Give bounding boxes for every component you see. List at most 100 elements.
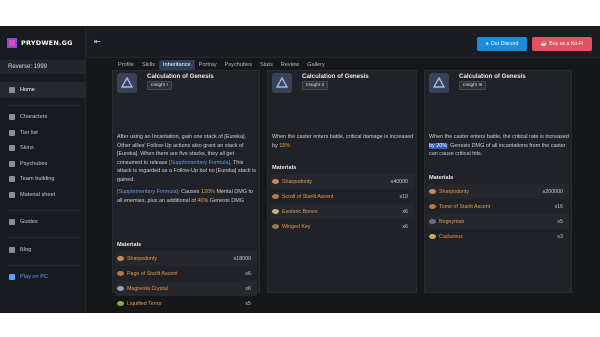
desc-percent: 40% bbox=[197, 197, 209, 204]
material-qty: x40000 bbox=[390, 178, 408, 185]
kofi-button[interactable]: ☕ Buy us a Ko-Fi bbox=[532, 37, 592, 51]
desc-text: Genesis DMG bbox=[208, 197, 244, 204]
material-qty: x6 bbox=[245, 270, 251, 277]
material-name[interactable]: Page of Starlit Ascent bbox=[127, 271, 178, 277]
desc-selected-text: by 20% bbox=[429, 142, 448, 149]
app-frame: PRYDWEN.GG Reverse: 1999 Home Characters… bbox=[0, 26, 600, 313]
sidebar-item-home[interactable]: Home bbox=[0, 82, 86, 98]
site-logo[interactable]: PRYDWEN.GG bbox=[6, 36, 80, 50]
tab-inheritance[interactable]: Inheritance bbox=[158, 60, 195, 70]
material-qty: x18000 bbox=[233, 255, 251, 262]
desc-percent: 15% bbox=[279, 142, 291, 149]
sidebar-item-skins[interactable]: Skins bbox=[0, 141, 86, 157]
discord-icon: ● bbox=[485, 41, 489, 47]
game-selector[interactable]: Reverse: 1999 bbox=[0, 60, 86, 74]
guides-icon bbox=[9, 219, 15, 226]
skill-header: Calculation of Genesis Insight III bbox=[429, 71, 569, 95]
top-bar: ⇤ ● Our Discord ☕ Buy us a Ko-Fi bbox=[86, 26, 600, 58]
sidebar-item-psychubes[interactable]: Psychubes bbox=[0, 156, 86, 172]
material-qty: x10 bbox=[399, 193, 408, 200]
material-icon bbox=[117, 301, 124, 306]
sidebar-item-team-building[interactable]: Team building bbox=[0, 172, 86, 188]
material-qty: x6 bbox=[402, 208, 408, 215]
sidebar-item-label: Psychubes bbox=[20, 160, 48, 167]
material-row: Esoteric Bones x6 bbox=[270, 204, 414, 219]
material-name[interactable]: Sharpodonty bbox=[282, 179, 312, 185]
skill-title: Calculation of Genesis bbox=[147, 73, 214, 80]
material-name[interactable]: Liquified Terror bbox=[127, 301, 162, 307]
skill-header: Calculation of Genesis Insight I bbox=[117, 71, 257, 95]
insight-badge: Insight II bbox=[302, 81, 329, 90]
material-name[interactable]: Winged Key bbox=[282, 224, 311, 230]
sidebar-item-guides[interactable]: Guides bbox=[0, 215, 86, 231]
material-row: Magnesia Crystal x6 bbox=[115, 281, 257, 296]
material-row: Sharpodonty x18000 bbox=[115, 251, 257, 266]
material-name[interactable]: Magnesia Crystal bbox=[127, 286, 168, 292]
nav-divider bbox=[6, 98, 80, 106]
nav-divider bbox=[6, 258, 80, 266]
tab-psychubes[interactable]: Psychubes bbox=[221, 60, 256, 70]
material-row: Caduceus x3 bbox=[427, 229, 569, 244]
sidebar-item-label: Guides bbox=[20, 219, 38, 226]
material-row: Page of Starlit Ascent x6 bbox=[115, 266, 257, 281]
tab-review[interactable]: Review bbox=[277, 60, 303, 70]
material-qty: x3 bbox=[557, 233, 563, 240]
material-qty: x16 bbox=[554, 203, 563, 210]
nav-divider bbox=[6, 203, 80, 211]
tab-skills[interactable]: Skills bbox=[138, 60, 159, 70]
supplementary-formula-link[interactable]: [Supplementary Formula] bbox=[117, 189, 178, 195]
sidebar-item-label: Team building bbox=[20, 176, 55, 183]
sidebar-item-tier-list[interactable]: Tier list bbox=[0, 125, 86, 141]
kofi-label: Buy us a Ko-Fi bbox=[549, 41, 584, 47]
collapse-sidebar-icon[interactable]: ⇤ bbox=[94, 38, 104, 46]
material-name[interactable]: Scroll of Starlit Ascent bbox=[282, 194, 334, 200]
blog-icon bbox=[9, 246, 15, 253]
material-qty: x6 bbox=[245, 285, 251, 292]
tier-list-icon bbox=[9, 129, 15, 136]
material-qty: x5 bbox=[245, 300, 251, 307]
materials-title: Materials bbox=[272, 165, 297, 171]
monitor-icon bbox=[9, 274, 15, 281]
material-name[interactable]: Sharpodonty bbox=[439, 189, 469, 195]
material-name[interactable]: Caduceus bbox=[439, 234, 463, 240]
material-name[interactable]: Bogeyman bbox=[439, 219, 464, 225]
supplementary-formula-link[interactable]: [Supplementary Formula] bbox=[169, 160, 230, 166]
tab-portray[interactable]: Portray bbox=[195, 60, 221, 70]
material-row: Tome of Starlit Ascent x16 bbox=[427, 199, 569, 214]
sidebar-item-label: Blog bbox=[20, 246, 32, 253]
material-qty: x200000 bbox=[542, 188, 563, 195]
material-icon bbox=[429, 219, 436, 224]
material-name[interactable]: Sharpodonty bbox=[127, 256, 157, 262]
materials-title: Materials bbox=[429, 175, 454, 181]
materials-title: Materials bbox=[117, 242, 142, 248]
coffee-icon: ☕ bbox=[540, 41, 548, 47]
sidebar-item-blog[interactable]: Blog bbox=[0, 242, 86, 258]
sidebar-item-material-sheet[interactable]: Material sheet bbox=[0, 187, 86, 203]
material-row: Liquified Terror x5 bbox=[115, 296, 257, 311]
material-name[interactable]: Tome of Starlit Ascent bbox=[439, 204, 490, 210]
discord-button[interactable]: ● Our Discord bbox=[477, 37, 527, 51]
material-row: Scroll of Starlit Ascent x10 bbox=[270, 189, 414, 204]
logo-icon bbox=[7, 38, 17, 48]
material-icon bbox=[272, 224, 279, 229]
sidebar-item-characters[interactable]: Characters bbox=[0, 110, 86, 126]
sidebar-item-play-on-pc[interactable]: Play on PC bbox=[0, 270, 86, 286]
home-icon bbox=[9, 86, 15, 93]
material-icon bbox=[117, 286, 124, 291]
material-row: Sharpodonty x40000 bbox=[270, 174, 414, 189]
sidebar: PRYDWEN.GG Reverse: 1999 Home Characters… bbox=[0, 26, 86, 313]
material-icon bbox=[429, 234, 436, 239]
sidebar-item-label: Tier list bbox=[20, 129, 38, 136]
skill-title: Calculation of Genesis bbox=[459, 73, 526, 80]
desc-percent: 120% bbox=[201, 189, 215, 195]
tab-profile[interactable]: Profile bbox=[114, 60, 138, 70]
inheritance-card-insight-2: Calculation of Genesis Insight II When t… bbox=[267, 70, 417, 293]
desc-text: When the caster enters battle, critical … bbox=[272, 134, 414, 149]
discord-label: Our Discord bbox=[490, 41, 519, 47]
tab-gallery[interactable]: Gallery bbox=[303, 60, 329, 70]
tab-stats[interactable]: Stats bbox=[256, 60, 277, 70]
skill-icon bbox=[117, 73, 137, 93]
material-name[interactable]: Esoteric Bones bbox=[282, 209, 318, 215]
material-icon bbox=[272, 179, 279, 184]
logo-text: PRYDWEN.GG bbox=[21, 39, 73, 47]
